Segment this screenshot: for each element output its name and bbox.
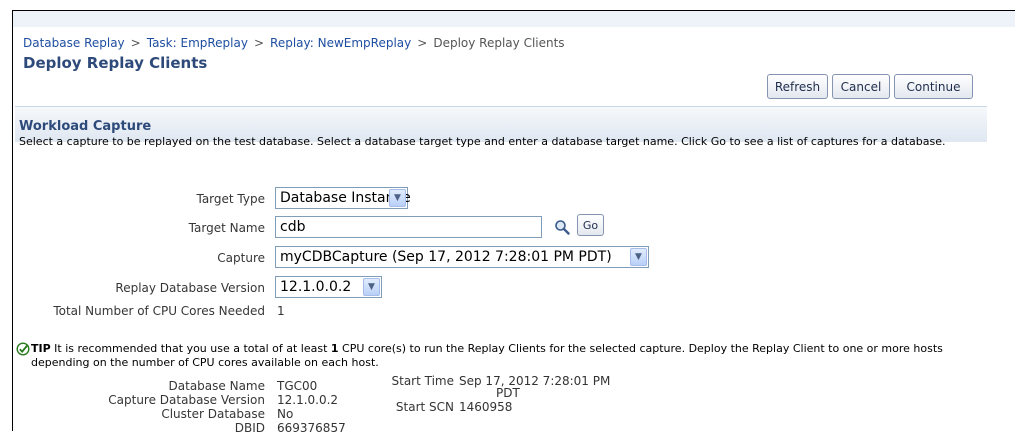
start-time-value: Sep 17, 2012 7:28:01 PM (459, 374, 611, 388)
content-frame: Database Replay > Task: EmpReplay > Replay: … (12, 10, 1015, 435)
start-scn-label: Start SCN (395, 400, 454, 414)
refresh-button[interactable]: Refresh (767, 74, 828, 99)
check-circle-icon (16, 342, 30, 356)
breadcrumb-task[interactable]: Task: EmpReplay (147, 36, 248, 50)
cpu-cores-label: Total Number of CPU Cores Needed (53, 304, 265, 318)
search-icon[interactable] (554, 219, 570, 235)
capture-db-version-value: 12.1.0.0.2 (277, 393, 339, 407)
database-name-value: TGC00 (277, 379, 318, 393)
dbid-value: 669376857 (277, 421, 346, 435)
breadcrumb-database-replay[interactable]: Database Replay (23, 36, 125, 50)
go-button[interactable]: Go (577, 214, 604, 236)
database-name-label: Database Name (168, 379, 265, 393)
page-title: Deploy Replay Clients (23, 54, 208, 72)
tip-text-before: It is recommended that you use a total o… (54, 342, 328, 355)
breadcrumb-replay[interactable]: Replay: NewEmpReplay (270, 36, 411, 50)
cluster-database-label: Cluster Database (161, 407, 265, 421)
continue-button[interactable]: Continue (894, 74, 973, 99)
cancel-button[interactable]: Cancel (832, 74, 890, 99)
target-type-select[interactable]: Database Instance ▼ (275, 187, 411, 209)
cluster-database-value: No (277, 407, 294, 421)
target-type-label: Target Type (196, 192, 265, 206)
dbid-label: DBID (234, 421, 265, 435)
capture-select[interactable]: myCDBCapture (Sep 17, 2012 7:28:01 PM PD… (275, 246, 649, 268)
chevron-down-icon[interactable]: ▼ (389, 189, 406, 207)
capture-db-version-label: Capture Database Version (108, 393, 265, 407)
chevron-down-icon[interactable]: ▼ (363, 278, 380, 296)
capture-label: Capture (217, 251, 265, 265)
breadcrumb-separator: > (130, 36, 141, 50)
tip-count: 1 (330, 342, 339, 355)
tip-label: TIP (31, 342, 51, 355)
replay-db-version-select[interactable]: 12.1.0.0.2 ▼ (275, 276, 382, 298)
replay-db-version-label: Replay Database Version (115, 281, 265, 295)
breadcrumb: Database Replay > Task: EmpReplay > Replay: … (23, 36, 565, 50)
breadcrumb-separator: > (253, 36, 265, 50)
breadcrumb-separator: > (417, 36, 428, 50)
start-time-value-tz: PDT (496, 386, 520, 400)
target-name-input[interactable] (275, 216, 542, 238)
breadcrumb-current: Deploy Replay Clients (433, 36, 565, 50)
chevron-down-icon[interactable]: ▼ (630, 248, 647, 266)
cpu-cores-value: 1 (277, 304, 285, 318)
target-name-label: Target Name (188, 221, 265, 235)
workload-capture-description: Select a capture to be replayed on the t… (19, 135, 946, 148)
start-time-label: Start Time (391, 374, 455, 388)
capture-value: myCDBCapture (Sep 17, 2012 7:28:01 PM PD… (280, 249, 612, 265)
workload-capture-title: Workload Capture (19, 119, 152, 134)
top-strip (13, 11, 1015, 27)
tip-message: TIP It is recommended that you use a tot… (31, 342, 991, 370)
replay-db-version-value: 12.1.0.0.2 (280, 279, 352, 295)
start-scn-value: 1460958 (459, 400, 513, 414)
